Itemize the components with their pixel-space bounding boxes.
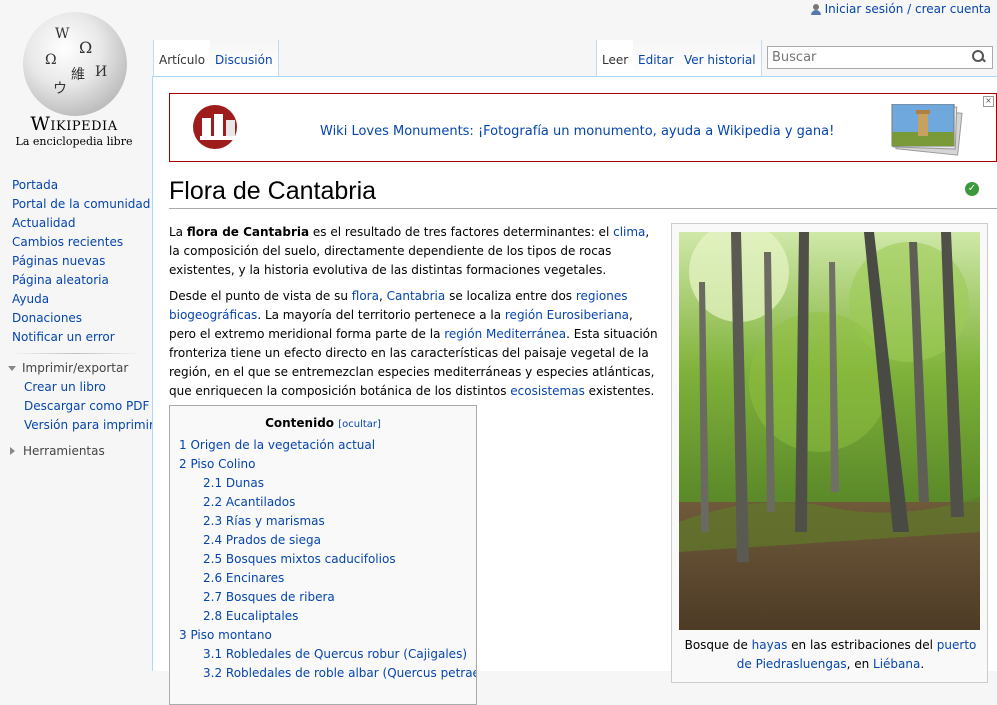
toc-item[interactable]: 2.1 Dunas — [178, 474, 468, 493]
good-article-badge-icon[interactable]: ✓ — [965, 182, 979, 196]
sidebar-item-version-imprimir[interactable]: Versión para imprimir — [0, 416, 154, 435]
figure-caption: Bosque de hayas en las estribaciones del… — [679, 636, 982, 674]
toc-item[interactable]: 2.6 Encinares — [178, 569, 468, 588]
text-run: se localiza entre dos — [445, 289, 576, 303]
toc-item[interactable]: 2.3 Rías y marismas — [178, 512, 468, 531]
navigation-list: Portada Portal de la comunidad Actualida… — [0, 176, 152, 347]
tab-article[interactable]: Artículo — [153, 40, 212, 76]
text-run: . La mayoría del territorio pertenece a … — [257, 308, 505, 322]
toc-title: Contenido [ocultar] — [178, 416, 468, 430]
toc-item[interactable]: 2 Piso Colino — [178, 455, 468, 474]
link-region-mediterranea[interactable]: región Mediterránea — [444, 327, 566, 341]
link-clima[interactable]: clima — [613, 225, 645, 239]
toc-item[interactable]: 2.5 Bosques mixtos caducifolios — [178, 550, 468, 569]
tools-heading: Herramientas — [23, 444, 105, 458]
text-run: . — [920, 657, 925, 671]
text-run: , — [378, 289, 387, 303]
sidebar-item-crear-libro[interactable]: Crear un libro — [0, 378, 152, 397]
sidebar-item-donaciones[interactable]: Donaciones — [0, 309, 152, 328]
text-run: existentes. — [584, 384, 655, 398]
second-paragraph: Desde el punto de vista de su flora, Can… — [169, 287, 661, 401]
toc-item[interactable]: 2.7 Bosques de ribera — [178, 588, 468, 607]
bold-term: flora de Cantabria — [186, 225, 310, 239]
print-export-toggle[interactable]: Imprimir/exportar — [0, 358, 152, 378]
tools-toggle[interactable]: Herramientas — [0, 441, 152, 461]
text-run: es el resultado de tres factores determi… — [309, 225, 614, 239]
beech-forest-photo[interactable] — [679, 232, 980, 630]
search-box — [767, 46, 993, 69]
site-notice-banner: Wiki Loves Monuments: ¡Fotografía un mon… — [169, 93, 997, 162]
toc-item[interactable]: 3.1 Robledales de Quercus robur (Cajigal… — [178, 645, 468, 664]
banner-link[interactable]: Wiki Loves Monuments: ¡Fotografía un mon… — [320, 124, 834, 139]
tab-history[interactable]: Ver historial — [679, 40, 762, 76]
print-export-list: Crear un libro Descargar como PDF Versió… — [0, 378, 154, 435]
sidebar-item-pagina-aleatoria[interactable]: Página aleatoria — [0, 271, 152, 290]
toc-item[interactable]: 3.2 Robledales de roble albar (Quercus p… — [178, 664, 476, 683]
sidebar-item-cambios-recientes[interactable]: Cambios recientes — [0, 233, 152, 252]
toc-list: 1 Origen de la vegetación actual 2 Piso … — [178, 436, 476, 683]
puzzle-globe-icon: W Ω Ω 維 И ウ — [23, 12, 127, 116]
sidebar-item-portal-comunidad[interactable]: Portal de la comunidad — [0, 195, 152, 214]
user-icon — [810, 3, 821, 15]
thumbnail-figure: Bosque de hayas en las estribaciones del… — [671, 223, 988, 683]
link-cantabria[interactable]: Cantabria — [387, 289, 446, 303]
toc-toggle-link[interactable]: [ocultar] — [338, 419, 381, 430]
tab-edit[interactable]: Editar — [633, 40, 680, 76]
login-link[interactable]: Iniciar sesión / crear cuenta — [825, 2, 991, 16]
chevron-right-icon — [10, 447, 15, 455]
toc-heading: Contenido — [265, 416, 335, 430]
sidebar-item-actualidad[interactable]: Actualidad — [0, 214, 152, 233]
link-ecosistemas[interactable]: ecosistemas — [510, 384, 585, 398]
toc-item[interactable]: 3 Piso montano — [178, 626, 468, 645]
content-area: Wiki Loves Monuments: ¡Fotografía un mon… — [152, 76, 997, 705]
sidebar-item-portada[interactable]: Portada — [0, 176, 152, 195]
search-icon[interactable] — [972, 50, 986, 64]
link-liebana[interactable]: Liébana — [873, 657, 920, 671]
intro-paragraph: La flora de Cantabria es el resultado de… — [169, 223, 661, 280]
link-flora[interactable]: flora — [352, 289, 379, 303]
sidebar: Portada Portal de la comunidad Actualida… — [0, 176, 154, 461]
toc-item[interactable]: 2.2 Acantilados — [178, 493, 468, 512]
text-run: , en — [846, 657, 874, 671]
text-run: Bosque de — [684, 638, 752, 652]
sidebar-item-ayuda[interactable]: Ayuda — [0, 290, 152, 309]
sidebar-divider — [10, 353, 142, 354]
wordmark: Wikipedia — [30, 113, 118, 135]
text-run: en las estribaciones del — [787, 638, 937, 652]
link-hayas[interactable]: hayas — [752, 638, 788, 652]
toc-item[interactable]: 1 Origen de la vegetación actual — [178, 436, 468, 455]
toc-item[interactable]: 2.8 Eucaliptales — [178, 607, 468, 626]
page-title: Flora de Cantabria — [169, 177, 997, 209]
sidebar-item-paginas-nuevas[interactable]: Páginas nuevas — [0, 252, 152, 271]
chevron-down-icon — [8, 365, 16, 371]
toc-item[interactable]: 2.4 Prados de siega — [178, 531, 468, 550]
sidebar-item-descargar-pdf[interactable]: Descargar como PDF — [0, 397, 152, 416]
wikipedia-logo[interactable]: W Ω Ω 維 И ウ Wikipedia La enciclopedia li… — [0, 0, 152, 160]
tagline: La enciclopedia libre — [15, 135, 133, 148]
wiki-loves-monuments-logo — [193, 105, 238, 149]
search-input[interactable] — [768, 47, 966, 67]
text-run: Desde el punto de vista de su — [169, 289, 352, 303]
personal-tools: Iniciar sesión / crear cuenta — [810, 2, 991, 16]
text-run: La — [169, 225, 187, 239]
link-region-eurosiberiana[interactable]: región Eurosiberiana — [505, 308, 629, 322]
monument-photo-stack-icon — [891, 104, 963, 156]
tab-discussion[interactable]: Discusión — [210, 40, 279, 76]
tab-read[interactable]: Leer — [596, 40, 635, 76]
table-of-contents: Contenido [ocultar] 1 Origen de la veget… — [169, 405, 477, 705]
close-icon[interactable]: × — [983, 96, 994, 107]
print-export-heading: Imprimir/exportar — [22, 361, 129, 375]
sidebar-item-notificar-error[interactable]: Notificar un error — [0, 328, 152, 347]
